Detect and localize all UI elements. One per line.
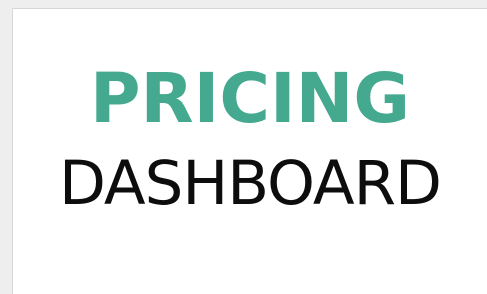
title-card: PRICING DASHBOARD bbox=[12, 8, 487, 294]
title-main-text: DASHBOARD bbox=[58, 148, 442, 219]
screen: PRICING DASHBOARD bbox=[0, 0, 487, 294]
title-accent-text: PRICING bbox=[89, 59, 411, 139]
